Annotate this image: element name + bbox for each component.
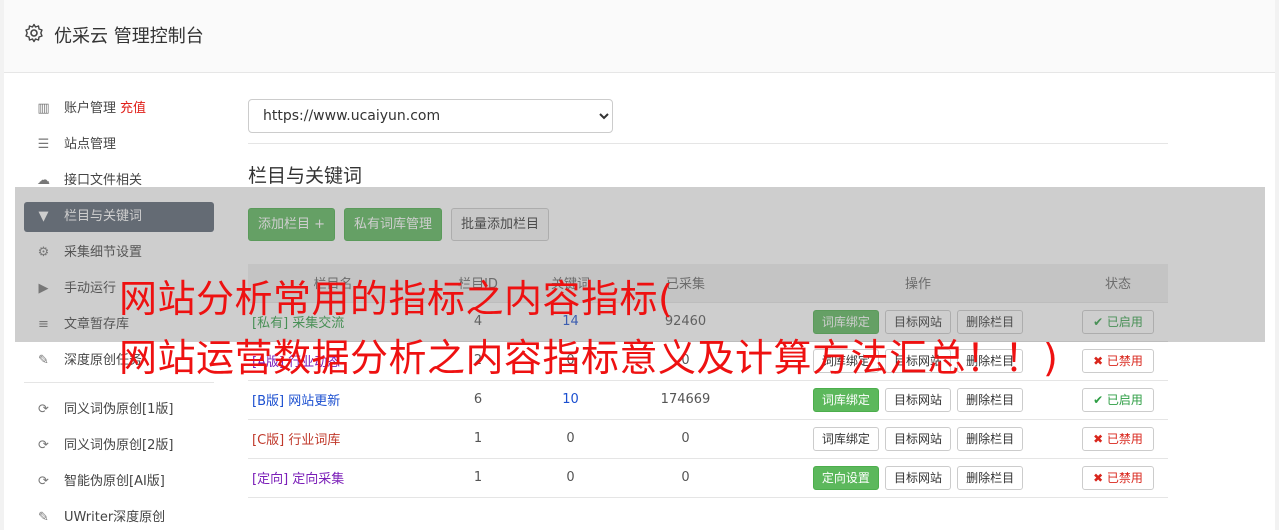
target-site-button[interactable]: 目标网站 — [884, 387, 951, 412]
keywords-cell[interactable]: 0 — [538, 457, 603, 498]
site-select[interactable]: https://www.ucaiyun.com — [248, 99, 613, 133]
recharge-link[interactable]: 充值 — [120, 101, 146, 116]
collected-cell: 0 — [603, 457, 768, 498]
refresh-icon: ⟳ — [38, 438, 49, 453]
sidebar-item-label: 同义词伪原创[1版] — [64, 402, 174, 417]
column-id-cell: 6 — [418, 379, 538, 419]
column-name: 网站更新 — [288, 394, 341, 409]
sidebar-item-label: 同义词伪原创[2版] — [64, 438, 174, 453]
divider — [248, 143, 1168, 144]
edit-icon: ✎ — [38, 353, 49, 368]
top-bar: 优采云 管理控制台 — [4, 0, 1275, 73]
actions-cell: 定向设置 目标网站 删除栏目 — [768, 457, 1068, 498]
sidebar-item-label: 站点管理 — [64, 137, 117, 152]
status-toggle[interactable]: ✖ 已禁用 — [1082, 426, 1154, 451]
delete-column-button[interactable]: 删除栏目 — [957, 387, 1024, 412]
edit-icon: ✎ — [38, 510, 49, 525]
keywords-cell[interactable]: 0 — [538, 418, 603, 458]
sidebar-item[interactable]: ⟳ 同义词伪原创[2版] — [24, 431, 214, 461]
refresh-icon: ⟳ — [38, 402, 49, 417]
bar-chart-icon: ▥ — [37, 101, 50, 116]
status-cell: ✖ 已禁用 — [1068, 457, 1168, 498]
collected-cell: 174669 — [603, 379, 768, 419]
sidebar-item[interactable]: ▥ 账户管理 充值 — [24, 94, 214, 124]
sidebar-separator — [24, 382, 214, 383]
column-tag: [定向] — [252, 472, 289, 487]
delete-column-button[interactable]: 删除栏目 — [957, 426, 1024, 451]
column-tag: [B版] — [252, 394, 285, 409]
column-id-cell: 1 — [418, 457, 538, 498]
column-tag: [C版] — [252, 433, 285, 448]
target-site-button[interactable]: 目标网站 — [884, 465, 951, 490]
keywords-cell[interactable]: 10 — [538, 379, 603, 419]
sidebar-item-label: 智能伪原创[AI版] — [64, 474, 165, 489]
column-name: 定向采集 — [292, 472, 345, 487]
status-cell: ✔ 已启用 — [1068, 379, 1168, 419]
section-title: 栏目与关键词 — [248, 165, 363, 187]
actions-cell: 词库绑定 目标网站 删除栏目 — [768, 379, 1068, 419]
headline-line-2: 网站运营数据分析之内容指标意义及计算方法汇总！！) — [119, 336, 1059, 380]
delete-column-button[interactable]: 删除栏目 — [957, 465, 1024, 490]
sidebar-item[interactable]: ⟳ 智能伪原创[AI版] — [24, 467, 214, 497]
target-site-button[interactable]: 目标网站 — [884, 426, 951, 451]
sidebar-item[interactable]: ☰ 站点管理 — [24, 130, 214, 160]
sidebar-item[interactable]: ✎ UWriter深度原创 — [24, 503, 214, 530]
sidebar-item-label: 接口文件相关 — [64, 173, 143, 188]
bind-library-button[interactable]: 词库绑定 — [812, 387, 879, 412]
status-cell: ✖ 已禁用 — [1068, 418, 1168, 458]
table-row: [定向] 定向采集 1 0 0 定向设置 目标网站 删除栏目 ✖ 已禁用 — [248, 457, 1168, 498]
refresh-icon: ⟳ — [38, 474, 49, 489]
bind-library-button[interactable]: 定向设置 — [812, 465, 879, 490]
headline-line-1: 网站分析常用的指标之内容指标( — [119, 277, 674, 321]
sidebar-item[interactable]: ⟳ 同义词伪原创[1版] — [24, 395, 214, 425]
status-toggle[interactable]: ✖ 已禁用 — [1082, 348, 1154, 373]
column-id-cell: 1 — [418, 418, 538, 458]
sidebar-item-label: 账户管理 — [64, 101, 117, 116]
column-name-cell[interactable]: [B版] 网站更新 — [248, 379, 418, 419]
server-icon: ☰ — [37, 137, 50, 152]
status-cell: ✖ 已禁用 — [1068, 340, 1168, 380]
table-row: [B版] 网站更新 6 10 174669 词库绑定 目标网站 删除栏目 ✔ 已启用 — [248, 379, 1168, 419]
table-row: [C版] 行业词库 1 0 0 词库绑定 目标网站 删除栏目 ✖ 已禁用 — [248, 418, 1168, 458]
cloud-upload-icon: ☁ — [37, 173, 50, 188]
collected-cell: 0 — [603, 418, 768, 458]
column-name-cell[interactable]: [定向] 定向采集 — [248, 457, 418, 498]
sidebar-item-label: UWriter深度原创 — [64, 510, 166, 525]
gear-icon — [25, 23, 43, 43]
bind-library-button[interactable]: 词库绑定 — [812, 426, 879, 451]
actions-cell: 词库绑定 目标网站 删除栏目 — [768, 418, 1068, 458]
column-name-cell[interactable]: [C版] 行业词库 — [248, 418, 418, 458]
column-name: 行业词库 — [288, 433, 341, 448]
app-title: 优采云 管理控制台 — [54, 26, 204, 47]
status-toggle[interactable]: ✖ 已禁用 — [1082, 465, 1154, 490]
status-toggle[interactable]: ✔ 已启用 — [1082, 387, 1154, 412]
